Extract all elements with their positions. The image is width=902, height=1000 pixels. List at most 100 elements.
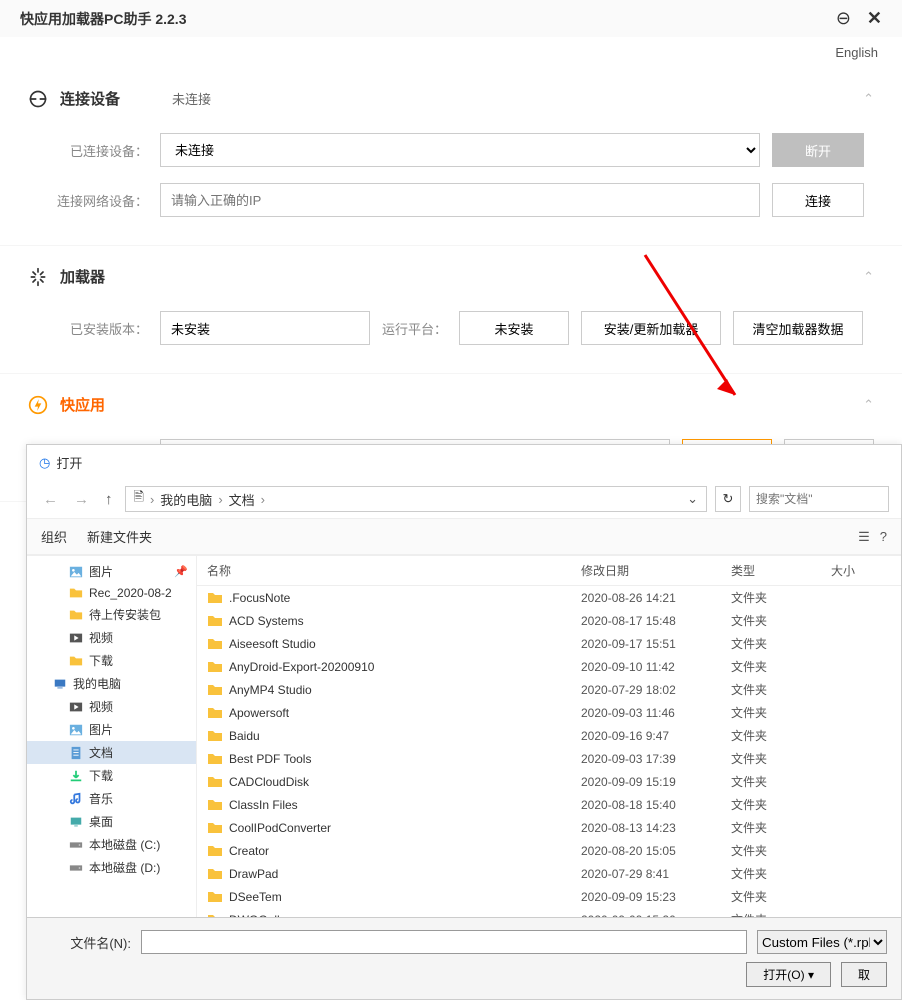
- open-button[interactable]: 打开(O) ▾: [746, 962, 831, 987]
- file-filter-select[interactable]: Custom Files (*.rpk): [757, 930, 887, 954]
- sidebar-item-8[interactable]: 文档: [27, 741, 196, 764]
- filename-input[interactable]: [141, 930, 747, 954]
- not-installed-button[interactable]: 未安装: [459, 311, 569, 345]
- sidebar-item-label: 我的电脑: [73, 675, 121, 692]
- sidebar-item-2[interactable]: 待上传安装包: [27, 603, 196, 626]
- file-row[interactable]: DrawPad2020-07-29 8:41文件夹: [197, 862, 901, 885]
- collapse-icon[interactable]: ⌃: [863, 91, 874, 107]
- sidebar-item-10[interactable]: 音乐: [27, 787, 196, 810]
- back-button[interactable]: ←: [39, 489, 62, 510]
- file-type: 文件夹: [731, 773, 831, 790]
- collapse-icon[interactable]: ⌃: [863, 397, 874, 413]
- search-input[interactable]: [749, 486, 889, 512]
- sidebar-item-13[interactable]: 本地磁盘 (D:): [27, 856, 196, 879]
- file-row[interactable]: DSeeTem2020-09-09 15:23文件夹: [197, 885, 901, 908]
- organize-menu[interactable]: 组织: [41, 527, 67, 546]
- file-list: 名称 修改日期 类型 大小 .FocusNote2020-08-26 14:21…: [197, 556, 901, 917]
- sidebar-item-0[interactable]: 图片 📌: [27, 560, 196, 583]
- sidebar-item-label: 图片: [89, 563, 113, 580]
- app-title: 快应用加载器PC助手 2.2.3: [20, 9, 836, 29]
- file-type: 文件夹: [731, 888, 831, 905]
- folder-icon: [207, 659, 223, 675]
- col-name[interactable]: 名称: [207, 562, 581, 579]
- close-icon[interactable]: ✕: [867, 8, 882, 29]
- folder-icon: [207, 613, 223, 629]
- connect-title: 连接设备: [60, 88, 120, 109]
- file-modified: 2020-09-17 15:51: [581, 637, 731, 651]
- sidebar-item-label: 文档: [89, 744, 113, 761]
- folder-icon: [207, 705, 223, 721]
- connect-icon: [28, 89, 48, 109]
- language-toggle[interactable]: English: [835, 45, 878, 60]
- file-modified: 2020-09-16 9:47: [581, 729, 731, 743]
- file-row[interactable]: AnyDroid-Export-202009102020-09-10 11:42…: [197, 655, 901, 678]
- file-row[interactable]: CADCloudDisk2020-09-09 15:19文件夹: [197, 770, 901, 793]
- file-type: 文件夹: [731, 750, 831, 767]
- file-row[interactable]: CoolIPodConverter2020-08-13 14:23文件夹: [197, 816, 901, 839]
- refresh-button[interactable]: ↻: [715, 486, 741, 512]
- file-row[interactable]: ClassIn Files2020-08-18 15:40文件夹: [197, 793, 901, 816]
- file-type: 文件夹: [731, 635, 831, 652]
- sidebar-tree: 图片📌Rec_2020-08-2待上传安装包视频下载我的电脑视频图片文档下载音乐…: [27, 556, 197, 917]
- file-row[interactable]: ACD Systems2020-08-17 15:48文件夹: [197, 609, 901, 632]
- sidebar-item-3[interactable]: 视频: [27, 626, 196, 649]
- folder-icon: [207, 866, 223, 882]
- file-row[interactable]: DWGGallery2020-09-09 15:20文件夹: [197, 908, 901, 917]
- sidebar-item-7[interactable]: 图片: [27, 718, 196, 741]
- collapse-icon[interactable]: ⌃: [863, 269, 874, 285]
- disconnect-button[interactable]: 断开: [772, 133, 864, 167]
- sidebar-item-11[interactable]: 桌面: [27, 810, 196, 833]
- file-name: Best PDF Tools: [229, 752, 581, 766]
- file-row[interactable]: Baidu2020-09-16 9:47文件夹: [197, 724, 901, 747]
- minimize-icon[interactable]: ⊖: [836, 8, 851, 29]
- clear-data-button[interactable]: 清空加载器数据: [733, 311, 863, 345]
- loader-section: 加载器 ⌃ 已安装版本： 运行平台： 未安装 安装/更新加载器 清空加载器数据: [0, 246, 902, 374]
- connected-device-select[interactable]: 未连接: [160, 133, 760, 167]
- sidebar-item-6[interactable]: 视频: [27, 695, 196, 718]
- sidebar-item-4[interactable]: 下载: [27, 649, 196, 672]
- sidebar-item-label: 视频: [89, 698, 113, 715]
- breadcrumb-1[interactable]: 我的电脑: [160, 490, 212, 509]
- file-row[interactable]: Aiseesoft Studio2020-09-17 15:51文件夹: [197, 632, 901, 655]
- col-size[interactable]: 大小: [831, 562, 891, 579]
- file-modified: 2020-07-29 18:02: [581, 683, 731, 697]
- file-row[interactable]: .FocusNote2020-08-26 14:21文件夹: [197, 586, 901, 609]
- breadcrumb-2[interactable]: 文档: [229, 490, 255, 509]
- file-modified: 2020-08-17 15:48: [581, 614, 731, 628]
- col-type[interactable]: 类型: [731, 562, 831, 579]
- forward-button[interactable]: →: [70, 489, 93, 510]
- folder-icon: [69, 586, 83, 600]
- sidebar-item-9[interactable]: 下载: [27, 764, 196, 787]
- file-type: 文件夹: [731, 704, 831, 721]
- file-name: DSeeTem: [229, 890, 581, 904]
- col-modified[interactable]: 修改日期: [581, 562, 731, 579]
- file-type: 文件夹: [731, 612, 831, 629]
- sidebar-item-label: 待上传安装包: [89, 606, 161, 623]
- breadcrumb-dropdown-icon[interactable]: ⌄: [687, 491, 698, 507]
- sidebar-item-label: 桌面: [89, 813, 113, 830]
- file-row[interactable]: Apowersoft2020-09-03 11:46文件夹: [197, 701, 901, 724]
- view-mode-button[interactable]: ☰: [858, 529, 870, 545]
- sidebar-item-12[interactable]: 本地磁盘 (C:): [27, 833, 196, 856]
- sidebar-item-1[interactable]: Rec_2020-08-2: [27, 583, 196, 603]
- file-row[interactable]: AnyMP4 Studio2020-07-29 18:02文件夹: [197, 678, 901, 701]
- connect-section: 连接设备 未连接 ⌃ 已连接设备： 未连接 断开 连接网络设备： 连接: [0, 68, 902, 246]
- cancel-button[interactable]: 取: [841, 962, 887, 987]
- file-type: 文件夹: [731, 865, 831, 882]
- breadcrumb-bar[interactable]: 🖹› 我的电脑› 文档› ⌄: [125, 486, 708, 512]
- file-row[interactable]: Creator2020-08-20 15:05文件夹: [197, 839, 901, 862]
- folder-icon: [207, 797, 223, 813]
- network-ip-input[interactable]: [160, 183, 760, 217]
- folder-icon: [207, 751, 223, 767]
- sidebar-item-5[interactable]: 我的电脑: [27, 672, 196, 695]
- up-button[interactable]: ↑: [101, 489, 117, 510]
- file-modified: 2020-09-03 17:39: [581, 752, 731, 766]
- file-name: Creator: [229, 844, 581, 858]
- new-folder-button[interactable]: 新建文件夹: [87, 527, 152, 546]
- pin-icon: 📌: [174, 565, 188, 578]
- file-modified: 2020-08-20 15:05: [581, 844, 731, 858]
- help-button[interactable]: ?: [880, 529, 887, 545]
- file-row[interactable]: Best PDF Tools2020-09-03 17:39文件夹: [197, 747, 901, 770]
- install-update-button[interactable]: 安装/更新加载器: [581, 311, 721, 345]
- connect-button[interactable]: 连接: [772, 183, 864, 217]
